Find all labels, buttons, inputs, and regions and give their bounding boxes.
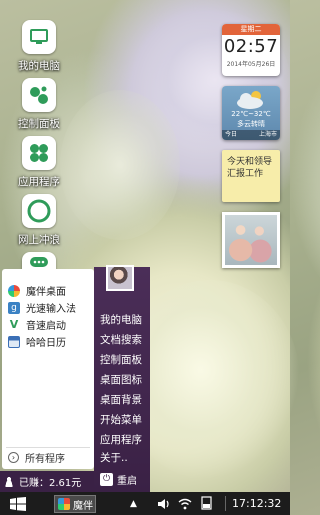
menu-right-item-start-menu[interactable]: 开始菜单 bbox=[100, 412, 142, 427]
earnings-text: 已赚：2.61元 bbox=[19, 478, 82, 489]
weather-condition: 多云转晴 bbox=[237, 120, 265, 128]
all-programs-label: 所有程序 bbox=[25, 454, 65, 465]
clock-widget[interactable]: 星期二 02:57 2014年05月26日 bbox=[222, 24, 280, 76]
weather-day: 今日 bbox=[225, 131, 238, 138]
clock-date: 2014年05月26日 bbox=[226, 61, 276, 68]
weather-widget[interactable]: 22℃~32℃ 多云转晴 今日 上海市 bbox=[222, 86, 280, 140]
start-menu-left-panel: 魔伴桌面 g 光速输入法 V 音速启动 哈哈日历 › 所有程序 bbox=[2, 269, 94, 469]
menu-right-item-doc-search[interactable]: 文档搜索 bbox=[100, 332, 142, 347]
avatar[interactable] bbox=[106, 265, 134, 291]
restart-button[interactable]: ⏻ 重启 bbox=[100, 472, 137, 487]
computer-icon bbox=[22, 20, 56, 54]
menu-item-label: 魔伴桌面 bbox=[26, 287, 66, 298]
taskbar-clock[interactable]: 17:12:32 bbox=[232, 492, 281, 515]
input-method-icon: g bbox=[8, 301, 20, 314]
apps-icon bbox=[22, 136, 56, 170]
menu-right-item-control-panel[interactable]: 控制面板 bbox=[100, 352, 142, 367]
wifi-icon[interactable] bbox=[178, 498, 192, 510]
menu-item-calendar[interactable]: 哈哈日历 bbox=[8, 334, 66, 349]
earnings-bar[interactable]: 已赚：2.61元 bbox=[0, 471, 94, 492]
menu-item-input-method[interactable]: g 光速输入法 bbox=[8, 300, 76, 315]
menu-item-label: 音速启动 bbox=[26, 321, 66, 332]
taskbar: 魔伴 ▲ 17:12:32 bbox=[0, 492, 290, 515]
menu-right-item-about[interactable]: 关于.. bbox=[100, 450, 128, 465]
photo-image bbox=[225, 215, 277, 265]
arrow-right-icon: › bbox=[8, 452, 19, 463]
menu-item-label: 光速输入法 bbox=[26, 304, 76, 315]
desktop-icon-label: 应用程序 bbox=[18, 176, 60, 188]
volume-icon[interactable] bbox=[157, 498, 171, 510]
taskbar-app-label: 魔伴 bbox=[73, 500, 93, 512]
battery-icon[interactable] bbox=[200, 496, 214, 510]
power-icon: ⏻ bbox=[100, 473, 113, 486]
weather-temperature: 22℃~32℃ bbox=[231, 110, 271, 118]
tray-expand-icon[interactable]: ▲ bbox=[130, 492, 137, 515]
all-programs-button[interactable]: › 所有程序 bbox=[8, 450, 65, 465]
desktop-icon-label: 网上冲浪 bbox=[18, 234, 60, 246]
desktop-icon-label: 控制面板 bbox=[18, 118, 60, 130]
moban-desktop-icon bbox=[8, 284, 20, 297]
desktop-icon-my-computer[interactable]: 我的电脑 bbox=[2, 20, 76, 73]
clock-weekday: 星期二 bbox=[222, 24, 280, 35]
desktop-icon-label: 我的电脑 bbox=[18, 60, 60, 72]
clock-time: 02:57 bbox=[223, 36, 279, 57]
cloud-icon bbox=[237, 91, 263, 109]
desktop-icon-browser[interactable]: 网上冲浪 bbox=[2, 194, 76, 247]
note-text: 今天和领导汇报工作 bbox=[227, 157, 273, 179]
menu-right-item-desktop-background[interactable]: 桌面背景 bbox=[100, 392, 142, 407]
photo-widget[interactable] bbox=[222, 212, 280, 268]
browser-icon bbox=[22, 194, 56, 228]
menu-item-moban-desktop[interactable]: 魔伴桌面 bbox=[8, 283, 66, 298]
menu-right-item-my-computer[interactable]: 我的电脑 bbox=[100, 312, 142, 327]
windows-start-icon[interactable] bbox=[10, 497, 26, 511]
moban-app-icon bbox=[58, 498, 70, 510]
restart-label: 重启 bbox=[117, 476, 137, 487]
menu-right-item-applications[interactable]: 应用程序 bbox=[100, 432, 142, 447]
control-panel-icon bbox=[22, 78, 56, 112]
sticky-note-widget[interactable]: 今天和领导汇报工作 bbox=[222, 150, 280, 202]
desktop-icon-applications[interactable]: 应用程序 bbox=[2, 136, 76, 189]
menu-item-label: 哈哈日历 bbox=[26, 338, 66, 349]
taskbar-app-moban[interactable]: 魔伴 bbox=[54, 495, 96, 513]
vstart-icon: V bbox=[9, 317, 19, 331]
calendar-icon bbox=[8, 335, 20, 348]
desktop-icon-control-panel[interactable]: 控制面板 bbox=[2, 78, 76, 131]
menu-item-vstart[interactable]: V 音速启动 bbox=[8, 317, 66, 332]
weather-city: 上海市 bbox=[258, 131, 277, 138]
menu-right-item-desktop-icons[interactable]: 桌面图标 bbox=[100, 372, 142, 387]
user-icon bbox=[4, 476, 14, 487]
